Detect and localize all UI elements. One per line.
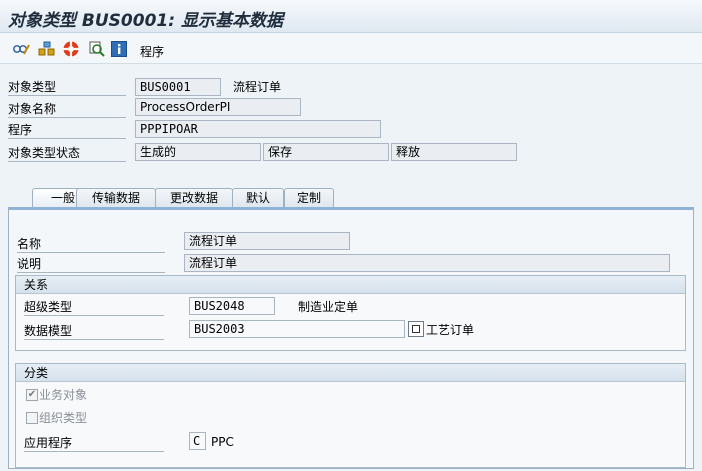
org-type-label: 组织类型 <box>39 411 88 425</box>
application-toolbar: 程序 <box>0 34 702 64</box>
program-field: PPPIPOAR <box>135 120 381 138</box>
status-saved-field: 保存 <box>263 143 389 161</box>
relations-group-title: 关系 <box>16 276 685 294</box>
object-type-status-label: 对象类型状态 <box>8 144 126 162</box>
window-title: 对象类型 BUS0001: 显示基本数据 <box>8 11 283 31</box>
business-object-label: 业务对象 <box>39 388 88 402</box>
object-type-field: BUS0001 <box>135 78 221 96</box>
relations-group: 关系 超级类型 BUS2048 制造业定单 数据模型 BUS2003 工艺订单 <box>15 275 686 351</box>
object-name-label: 对象名称 <box>8 100 126 118</box>
copy-icon <box>412 325 420 333</box>
data-model-field: BUS2003 <box>189 320 405 338</box>
supertype-label: 超级类型 <box>24 298 164 316</box>
program-label: 程序 <box>8 121 126 139</box>
display-change-icon[interactable] <box>12 40 30 58</box>
business-object-checkbox[interactable]: ✔ <box>26 389 38 401</box>
program-button[interactable]: 程序 <box>140 43 164 60</box>
org-type-checkbox[interactable] <box>26 412 38 424</box>
supertype-description: 制造业定单 <box>298 300 359 314</box>
tab-transport-data[interactable]: 传输数据 <box>76 188 156 208</box>
data-model-description: 工艺订单 <box>426 323 475 337</box>
classification-group-title: 分类 <box>16 364 685 382</box>
data-model-label: 数据模型 <box>24 322 164 340</box>
application-field: C <box>189 432 206 450</box>
status-generated-field: 生成的 <box>135 143 261 161</box>
application-description: PPC <box>211 435 234 449</box>
application-label: 应用程序 <box>24 434 164 452</box>
tab-change-data[interactable]: 更改数据 <box>155 188 233 208</box>
where-used-icon[interactable] <box>88 40 106 58</box>
general-tab-panel: 名称 流程订单 说明 流程订单 关系 超级类型 BUS2048 制造业定单 数据… <box>8 207 694 469</box>
description-field: 流程订单 <box>184 254 670 272</box>
name-field: 流程订单 <box>184 232 350 250</box>
hierarchy-icon[interactable] <box>38 40 56 58</box>
info-icon[interactable] <box>110 40 128 58</box>
lifebuoy-icon[interactable] <box>62 40 80 58</box>
tab-defaults[interactable]: 默认 <box>232 188 284 208</box>
supertype-field: BUS2048 <box>189 297 275 315</box>
title-bar: 对象类型 BUS0001: 显示基本数据 <box>0 0 702 33</box>
object-type-description: 流程订单 <box>233 80 282 94</box>
description-label: 说明 <box>17 255 165 273</box>
classification-group: 分类 ✔ 业务对象 组织类型 应用程序 C PPC <box>15 363 686 468</box>
status-released-field: 释放 <box>391 143 517 161</box>
data-model-details-button[interactable] <box>408 321 424 337</box>
object-type-label: 对象类型 <box>8 78 126 96</box>
tab-customizing[interactable]: 定制 <box>284 188 334 208</box>
name-label: 名称 <box>17 235 165 253</box>
object-name-field: ProcessOrderPI <box>135 98 301 116</box>
